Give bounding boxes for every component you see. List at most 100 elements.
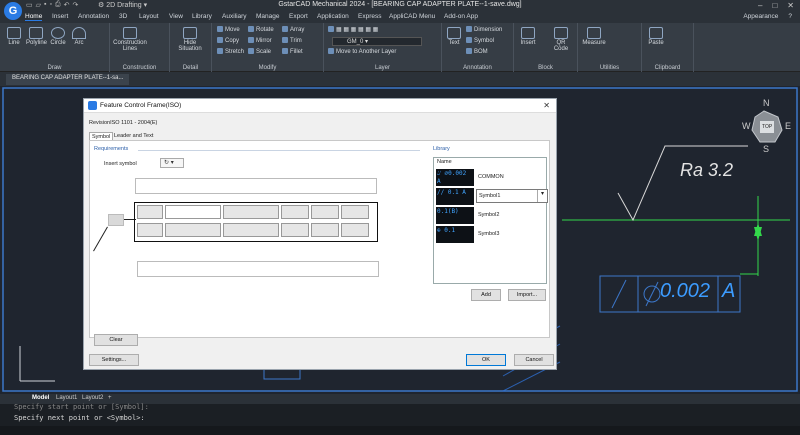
ribbon-panel: Line Polyline Circle Arc Draw Constructi… <box>0 23 800 72</box>
arc-button[interactable]: Arc <box>72 27 86 46</box>
minimize-button[interactable]: – <box>758 1 762 10</box>
tab-home[interactable]: Home <box>25 13 43 21</box>
datum-cell-2[interactable] <box>311 205 339 219</box>
text-button[interactable]: Text <box>446 27 462 46</box>
characteristic-cell[interactable] <box>137 205 163 219</box>
polyline-icon <box>29 27 43 39</box>
utilities-group-label: Utilities <box>599 65 620 71</box>
dimension-button[interactable]: Dimension <box>466 26 502 33</box>
add-button[interactable]: Add <box>471 289 501 301</box>
arc-icon <box>72 27 86 39</box>
datum-cell-3[interactable] <box>341 205 369 219</box>
tolerance-cell-2[interactable] <box>223 205 279 219</box>
bottom-text-field[interactable] <box>137 261 379 277</box>
close-window-button[interactable]: ✕ <box>787 1 794 10</box>
characteristic-cell-2[interactable] <box>137 223 163 237</box>
measure-button[interactable]: Measure <box>582 27 606 46</box>
construction-lines-button[interactable]: Construction Lines <box>112 27 148 52</box>
library-list[interactable]: Name ⌰ ⌀0.002 A COMMON // 0.1 A Symbol1 … <box>433 157 548 284</box>
layout1-tab[interactable]: Layout1 <box>56 395 77 401</box>
circle-button[interactable]: Circle <box>50 27 66 46</box>
datum-cell-5[interactable] <box>311 223 339 237</box>
dialog-close-button[interactable]: ✕ <box>543 101 550 110</box>
chevron-down-icon[interactable]: ▾ <box>537 190 547 202</box>
datum-cell-6[interactable] <box>341 223 369 237</box>
scale-button[interactable]: Scale <box>248 48 271 55</box>
model-tab[interactable]: Model <box>32 395 49 401</box>
tab-layout[interactable]: Layout <box>139 13 159 20</box>
layer-combo[interactable]: GM_0 ▾ <box>332 37 422 46</box>
help-icon[interactable]: ? <box>788 13 792 20</box>
tab-view[interactable]: View <box>169 13 183 20</box>
insert-block-button[interactable]: Insert <box>518 27 538 46</box>
layer-group: ▦ ▦ ▦ ▦ ▦ ▦ Move to Another Layer Layer <box>324 23 442 72</box>
library-item[interactable]: 0.1(B) Symbol2 <box>436 207 544 224</box>
tolerance-cell-1[interactable] <box>165 205 221 219</box>
symbol-button[interactable]: Symbol <box>466 37 494 44</box>
library-rename-field[interactable]: Symbol1 ▾ <box>476 189 548 203</box>
tab-applicad-menu[interactable]: AppliCAD Menu <box>389 13 435 20</box>
window-controls: – □ ✕ <box>758 1 794 10</box>
bom-button[interactable]: BOM <box>466 48 488 55</box>
add-layout-tab[interactable]: + <box>108 395 112 401</box>
compass-east[interactable]: E <box>785 121 791 131</box>
app-logo-icon[interactable]: G <box>4 2 22 20</box>
tab-auxiliary[interactable]: Auxiliary <box>222 13 247 20</box>
trim-button[interactable]: Trim <box>282 37 302 44</box>
line-button[interactable]: Line <box>6 27 22 46</box>
polyline-button[interactable]: Polyline <box>26 27 47 46</box>
tab-manage[interactable]: Manage <box>256 13 280 20</box>
tolerance-cell-3[interactable] <box>165 223 221 237</box>
document-tab[interactable]: BEARING CAP ADAPTER PLATE--1-sa... <box>6 74 130 85</box>
stretch-button[interactable]: Stretch <box>217 48 244 55</box>
datum-cell-1[interactable] <box>281 205 309 219</box>
clear-button[interactable]: Clear <box>94 334 138 346</box>
maximize-button[interactable]: □ <box>772 1 777 10</box>
tab-library[interactable]: Library <box>192 13 212 20</box>
library-item-name: COMMON <box>478 174 504 180</box>
title-bar: G ▭ ▱ ▪ ▫ ⎙ ↶ ↷ ⚙ 2D Drafting ▾ GstarCAD… <box>0 0 800 20</box>
tab-application[interactable]: Application <box>317 13 349 20</box>
copy-button[interactable]: Copy <box>217 37 239 44</box>
paste-button[interactable]: Paste <box>646 27 666 46</box>
ok-button[interactable]: OK <box>466 354 506 366</box>
tolerance-value: 0.002 <box>660 280 711 302</box>
compass-south[interactable]: S <box>763 144 769 154</box>
move-to-another-layer-button[interactable]: Move to Another Layer <box>328 48 396 55</box>
app-window: G ▭ ▱ ▪ ▫ ⎙ ↶ ↷ ⚙ 2D Drafting ▾ GstarCAD… <box>0 0 800 435</box>
library-item[interactable]: // 0.1 A Symbol1 ▾ <box>436 188 548 205</box>
tab-export[interactable]: Export <box>289 13 308 20</box>
fillet-button[interactable]: Fillet <box>282 48 303 55</box>
settings-button[interactable]: Settings... <box>89 354 139 366</box>
array-button[interactable]: Array <box>282 26 304 33</box>
tab-express[interactable]: Express <box>358 13 381 20</box>
cancel-button[interactable]: Cancel <box>514 354 554 366</box>
compass-north[interactable]: N <box>763 98 770 108</box>
library-item[interactable]: ⊕ 0.1 Symbol3 <box>436 226 544 243</box>
top-text-field[interactable] <box>135 178 377 194</box>
tab-leader-and-text[interactable]: Leader and Text <box>112 132 155 140</box>
library-item[interactable]: ⌰ ⌀0.002 A COMMON <box>436 169 544 186</box>
import-button[interactable]: Import... <box>508 289 546 301</box>
layer-properties-icon[interactable]: ▦ ▦ ▦ ▦ ▦ ▦ <box>328 26 378 33</box>
command-input[interactable] <box>0 426 800 435</box>
hide-situation-button[interactable]: Hide Situation <box>174 27 206 52</box>
rotate-button[interactable]: Rotate <box>248 26 274 33</box>
leader-line <box>93 226 108 252</box>
tab-3d[interactable]: 3D <box>119 13 127 20</box>
layout2-tab[interactable]: Layout2 <box>82 395 103 401</box>
tab-annotation[interactable]: Annotation <box>78 13 109 20</box>
insert-symbol-dropdown[interactable]: ↻ ▾ <box>160 158 184 168</box>
command-line[interactable]: Specify start point or [Symbol]: Specify… <box>0 403 800 435</box>
compass-west[interactable]: W <box>742 121 751 131</box>
leader-symbol-box[interactable] <box>108 214 124 226</box>
tab-insert[interactable]: Insert <box>52 13 68 20</box>
datum-cell-4[interactable] <box>281 223 309 237</box>
appearance-menu[interactable]: Appearance <box>743 13 778 20</box>
roughness-symbol <box>617 145 748 222</box>
move-button[interactable]: Move <box>217 26 240 33</box>
mirror-button[interactable]: Mirror <box>248 37 272 44</box>
tab-add-on-app[interactable]: Add-on App <box>444 13 478 20</box>
tolerance-cell-4[interactable] <box>223 223 279 237</box>
qr-code-button[interactable]: QR Code <box>550 27 572 52</box>
